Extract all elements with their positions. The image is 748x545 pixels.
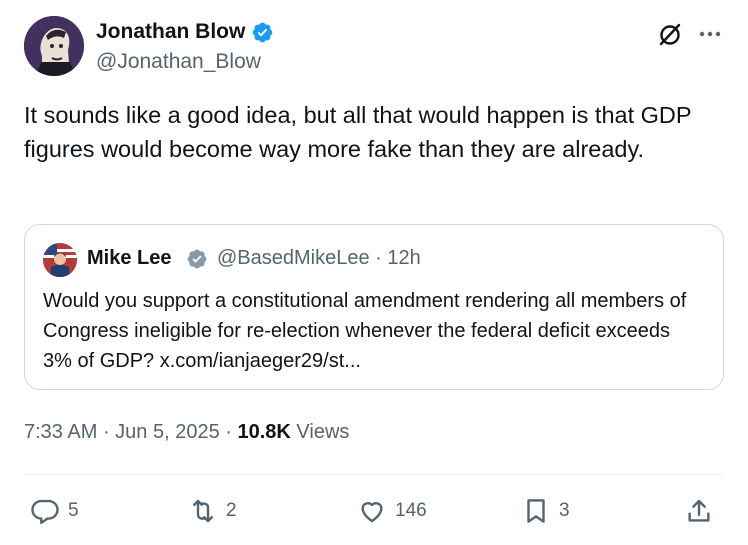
bookmark-icon xyxy=(527,499,545,523)
bookmark-button[interactable]: 3 xyxy=(521,491,570,531)
verified-badge-icon xyxy=(187,249,207,269)
repost-count: 2 xyxy=(226,500,237,521)
author-display-name[interactable]: Jonathan Blow xyxy=(96,20,245,44)
quoted-author-avatar[interactable] xyxy=(43,243,77,277)
share-icon xyxy=(688,499,710,522)
bookmark-count: 3 xyxy=(559,500,570,521)
divider xyxy=(24,474,724,475)
like-count: 146 xyxy=(395,500,427,521)
quoted-tweet[interactable]: Mike Lee @BasedMikeLee · 12h Would you s… xyxy=(24,224,724,390)
tweet-meta: 7:33 AM · Jun 5, 2025 · 10.8K Views xyxy=(24,421,349,444)
repost-icon xyxy=(193,499,213,523)
tweet-date[interactable]: Jun 5, 2025 xyxy=(115,421,220,443)
quoted-tweet-text: Would you support a constitutional amend… xyxy=(43,290,687,372)
reply-count: 5 xyxy=(68,500,79,521)
repost-button[interactable]: 2 xyxy=(188,491,237,531)
author-name-row: Jonathan Blow xyxy=(96,20,274,44)
like-button[interactable]: 146 xyxy=(357,491,427,531)
author-avatar[interactable] xyxy=(24,16,84,76)
quoted-handle-time[interactable]: @BasedMikeLee · 12h xyxy=(217,247,421,270)
meta-separator: · xyxy=(102,421,116,443)
grok-icon[interactable] xyxy=(657,22,683,48)
reply-button[interactable]: 5 xyxy=(30,491,79,531)
author-handle[interactable]: @Jonathan_Blow xyxy=(96,50,261,74)
tweet-time[interactable]: 7:33 AM xyxy=(24,421,97,443)
tweet-header: Jonathan Blow @Jonathan_Blow xyxy=(24,16,724,78)
more-icon[interactable] xyxy=(698,30,722,38)
views-count: 10.8K xyxy=(237,421,291,443)
reply-icon xyxy=(31,499,59,525)
views-label: Views xyxy=(296,421,350,443)
meta-separator: · xyxy=(225,421,238,443)
verified-badge-icon xyxy=(253,22,273,42)
tweet-text: It sounds like a good idea, but all that… xyxy=(24,102,692,162)
like-icon xyxy=(361,502,383,523)
share-button[interactable] xyxy=(684,491,714,531)
quoted-author-name[interactable]: Mike Lee xyxy=(87,247,171,270)
action-bar: 5 2 146 3 xyxy=(24,491,724,531)
